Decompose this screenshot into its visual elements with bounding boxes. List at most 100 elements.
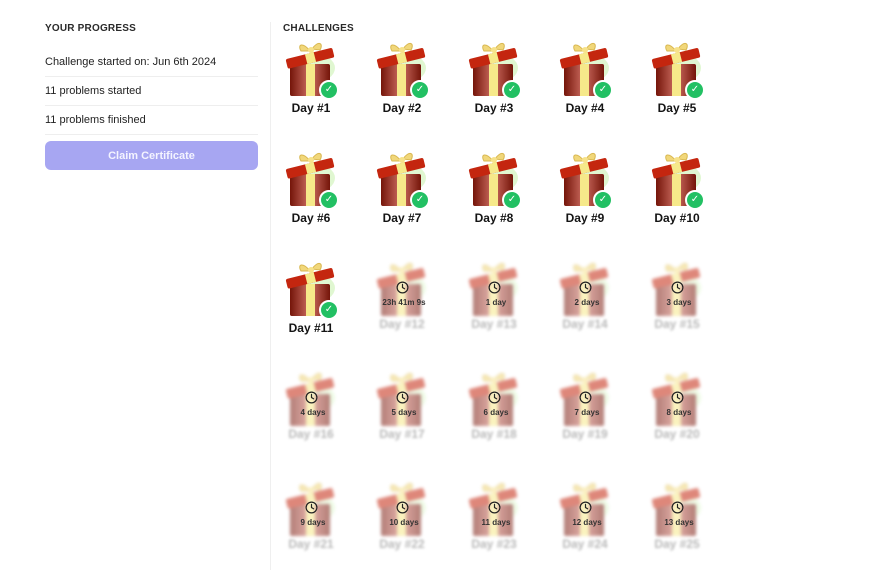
gift-box: 11 days <box>468 480 520 536</box>
challenge-day-25: 13 days Day #25 <box>649 480 705 580</box>
gift-box: ✓ <box>651 150 705 210</box>
gift-box: 2 days <box>559 260 611 316</box>
progress-title: YOUR PROGRESS <box>45 23 136 34</box>
challenge-day-4[interactable]: ✓ Day #4 <box>557 40 613 140</box>
clock-icon <box>396 281 409 294</box>
check-circle-icon: ✓ <box>410 80 430 100</box>
day-label: Day #3 <box>474 101 514 115</box>
challenge-day-6[interactable]: ✓ Day #6 <box>283 150 339 250</box>
day-label: Day #25 <box>654 537 700 551</box>
clock-icon <box>488 391 501 404</box>
clock-icon <box>488 501 501 514</box>
day-label: Day #8 <box>474 211 514 225</box>
day-label: Day #7 <box>382 211 422 225</box>
problems-started-count: 11 problems started <box>45 77 258 106</box>
clock-icon <box>671 391 684 404</box>
day-label: Day #13 <box>471 317 517 331</box>
gift-box: 3 days <box>651 260 703 316</box>
gift-box: 7 days <box>559 370 611 426</box>
challenge-day-7[interactable]: ✓ Day #7 <box>374 150 430 250</box>
gift-box: 10 days <box>376 480 428 536</box>
gift-box: ✓ <box>376 150 430 210</box>
unlock-countdown: 6 days <box>483 408 509 417</box>
gift-box: 8 days <box>651 370 703 426</box>
unlock-countdown: 3 days <box>666 298 692 307</box>
gift-box: 6 days <box>468 370 520 426</box>
gift-box: ✓ <box>468 150 522 210</box>
day-label: Day #23 <box>471 537 517 551</box>
challenge-day-16: 4 days Day #16 <box>283 370 339 470</box>
day-label: Day #9 <box>565 211 605 225</box>
challenge-day-11[interactable]: ✓ Day #11 <box>283 260 339 360</box>
gift-box: ✓ <box>285 150 339 210</box>
challenge-day-23: 11 days Day #23 <box>466 480 522 580</box>
panel-divider <box>270 22 271 570</box>
day-label: Day #4 <box>565 101 605 115</box>
gift-box: 13 days <box>651 480 703 536</box>
unlock-countdown: 4 days <box>300 408 326 417</box>
check-circle-icon: ✓ <box>685 190 705 210</box>
challenge-day-9[interactable]: ✓ Day #9 <box>557 150 613 250</box>
day-label: Day #2 <box>382 101 422 115</box>
gift-box: 9 days <box>285 480 337 536</box>
gift-box: 1 day <box>468 260 520 316</box>
gift-box: ✓ <box>285 40 339 100</box>
check-circle-icon: ✓ <box>593 190 613 210</box>
challenge-day-5[interactable]: ✓ Day #5 <box>649 40 705 140</box>
day-label: Day #10 <box>654 211 700 225</box>
unlock-countdown: 2 days <box>574 298 600 307</box>
unlock-countdown: 13 days <box>664 518 694 527</box>
unlock-countdown: 9 days <box>300 518 326 527</box>
day-label: Day #20 <box>654 427 700 441</box>
clock-icon <box>579 391 592 404</box>
clock-icon <box>579 501 592 514</box>
challenge-day-14: 2 days Day #14 <box>557 260 613 360</box>
gift-box: ✓ <box>559 40 613 100</box>
day-label: Day #11 <box>288 321 334 335</box>
challenges-header: CHALLENGES <box>283 22 354 36</box>
day-label: Day #1 <box>291 101 331 115</box>
challenge-start-date: Challenge started on: Jun 6th 2024 <box>45 48 258 77</box>
gift-box: ✓ <box>651 40 705 100</box>
day-label: Day #22 <box>379 537 425 551</box>
challenge-day-17: 5 days Day #17 <box>374 370 430 470</box>
day-label: Day #6 <box>291 211 331 225</box>
challenge-day-8[interactable]: ✓ Day #8 <box>466 150 522 250</box>
challenge-day-12: 23h 41m 9s Day #12 <box>374 260 430 360</box>
gift-box: ✓ <box>285 260 339 320</box>
challenge-day-22: 10 days Day #22 <box>374 480 430 580</box>
day-label: Day #21 <box>288 537 334 551</box>
challenge-day-18: 6 days Day #18 <box>466 370 522 470</box>
check-circle-icon: ✓ <box>502 80 522 100</box>
clock-icon <box>305 391 318 404</box>
clock-icon <box>396 391 409 404</box>
challenge-day-13: 1 day Day #13 <box>466 260 522 360</box>
claim-certificate-button[interactable]: Claim Certificate <box>45 141 258 170</box>
day-label: Day #16 <box>288 427 334 441</box>
check-circle-icon: ✓ <box>593 80 613 100</box>
day-label: Day #12 <box>379 317 425 331</box>
progress-panel: YOUR PROGRESS Challenge started on: Jun … <box>45 22 258 170</box>
day-label: Day #5 <box>657 101 697 115</box>
unlock-countdown: 11 days <box>481 518 511 527</box>
check-circle-icon: ✓ <box>319 80 339 100</box>
challenge-day-21: 9 days Day #21 <box>283 480 339 580</box>
unlock-countdown: 1 day <box>485 298 507 307</box>
challenges-title: CHALLENGES <box>283 23 354 34</box>
day-label: Day #24 <box>562 537 608 551</box>
gift-box: ✓ <box>376 40 430 100</box>
clock-icon <box>671 281 684 294</box>
check-circle-icon: ✓ <box>319 300 339 320</box>
unlock-countdown: 12 days <box>572 518 602 527</box>
unlock-countdown: 7 days <box>574 408 600 417</box>
challenge-day-3[interactable]: ✓ Day #3 <box>466 40 522 140</box>
day-label: Day #15 <box>654 317 700 331</box>
clock-icon <box>671 501 684 514</box>
challenge-day-10[interactable]: ✓ Day #10 <box>649 150 705 250</box>
gift-box: ✓ <box>468 40 522 100</box>
challenge-day-1[interactable]: ✓ Day #1 <box>283 40 339 140</box>
gift-box: 4 days <box>285 370 337 426</box>
challenge-day-24: 12 days Day #24 <box>557 480 613 580</box>
challenge-day-2[interactable]: ✓ Day #2 <box>374 40 430 140</box>
check-circle-icon: ✓ <box>319 190 339 210</box>
